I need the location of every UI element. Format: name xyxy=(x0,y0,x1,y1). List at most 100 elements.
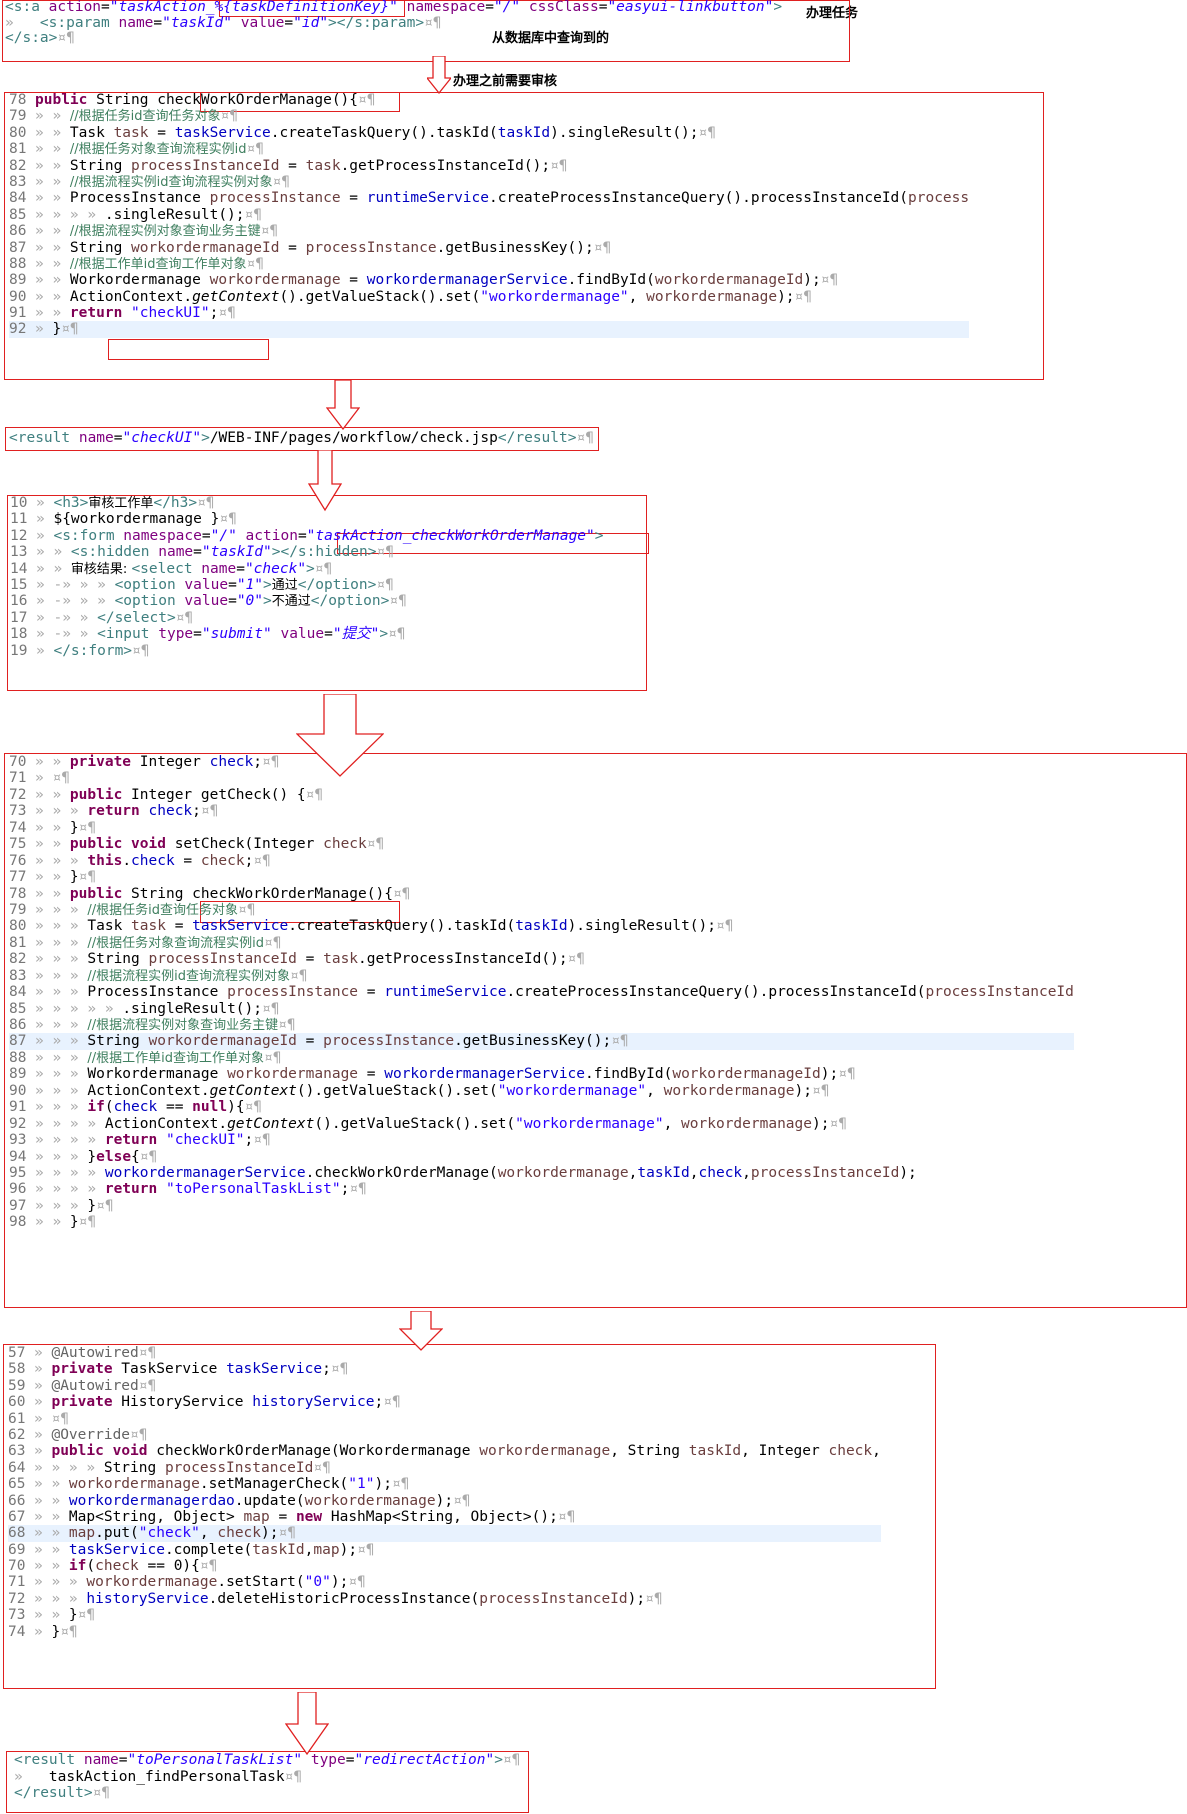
code-token: check xyxy=(209,754,254,770)
code-token: » » xyxy=(36,560,71,577)
code-token: workordermanagerService xyxy=(366,272,568,289)
code-token: ActionContext. xyxy=(104,1115,228,1132)
code-token: , xyxy=(872,1443,881,1460)
code-token: .createProcessInstanceQuery().processIns… xyxy=(506,984,926,1001)
code-line: 89» » Workordermanage workordermanage = … xyxy=(9,272,969,288)
line-number: 89 xyxy=(9,1066,27,1083)
code-token: process xyxy=(908,190,970,207)
code-token: » » xyxy=(35,157,70,174)
code-token: » » » xyxy=(35,1082,88,1099)
code-token: = xyxy=(193,544,202,561)
code-token: > xyxy=(306,560,315,577)
line-number: 74 xyxy=(8,1623,26,1640)
code-token: else xyxy=(96,1148,132,1165)
line-number: 60 xyxy=(8,1394,26,1411)
code-token: "0" xyxy=(304,1574,331,1591)
line-number: 94 xyxy=(9,1148,27,1165)
code-block-3: <result name="checkUI">/WEB-INF/pages/wo… xyxy=(9,429,594,448)
code-token: » » xyxy=(35,754,70,770)
code-token: Integer xyxy=(131,754,210,770)
code-token: ¤¶ xyxy=(392,885,411,902)
code-token: </s:form> xyxy=(53,642,133,659)
code-token: .put( xyxy=(95,1525,139,1542)
code-token: ¤¶ xyxy=(219,511,237,528)
code-token: <s:param xyxy=(39,14,110,31)
code-token: » » » xyxy=(35,951,88,968)
line-number: 84 xyxy=(9,190,27,207)
code-token: null xyxy=(192,1099,228,1116)
code-token: workordermanage xyxy=(86,1574,218,1591)
code-line: 95 » » » » workordermanagerService.checkW… xyxy=(9,1165,1074,1181)
code-line: 58 » private TaskService taskService;¤¶ xyxy=(8,1361,881,1377)
code-token: @Autowired xyxy=(51,1377,139,1394)
code-token: » xyxy=(34,1377,52,1394)
code-token: "taskAction_checkWorkOrderManage" xyxy=(306,527,595,544)
line-number: 81 xyxy=(9,934,27,951)
code-token: //根据流程实例id查询流程实例对象 xyxy=(69,174,273,190)
code-line: 90 » » » ActionContext.getContext().getVa… xyxy=(9,1083,1074,1099)
line-number: 71 xyxy=(8,1574,26,1591)
code-token: check xyxy=(95,1558,139,1575)
code-token: » xyxy=(14,1768,49,1785)
line-number: 62 xyxy=(8,1426,26,1443)
line-number: 58 xyxy=(8,1361,26,1378)
line-number: 66 xyxy=(8,1492,26,1509)
code-token: <option xyxy=(114,576,176,593)
code-token: ¤¶ xyxy=(246,141,265,158)
code-token: ¤¶ xyxy=(388,626,406,643)
code-line: 80 » » Task task = taskService.createTask… xyxy=(9,125,969,141)
code-token: value xyxy=(175,593,229,610)
code-token: ( xyxy=(86,1558,96,1575)
code-token: » » » xyxy=(35,901,88,918)
code-token: ).singleResult(); xyxy=(567,918,716,935)
code-token: processInstance xyxy=(227,984,359,1001)
code-token: type xyxy=(149,626,194,643)
line-number: 80 xyxy=(9,918,27,935)
code-token: ¤¶ xyxy=(78,869,97,886)
code-token: » » » xyxy=(34,1574,87,1591)
code-token: processInstance xyxy=(209,190,341,207)
code-token: > xyxy=(201,430,210,446)
code-token: ); xyxy=(820,1066,839,1083)
line-number: 86 xyxy=(9,223,27,240)
code-line: 68 » » map.put("check", check);¤¶ xyxy=(8,1525,881,1542)
code-token: { xyxy=(349,92,359,108)
code-token: ¤¶ xyxy=(200,803,219,820)
code-token: String xyxy=(103,1459,165,1476)
code-token: > xyxy=(379,626,389,643)
code-line: 18» -» » <input type="submit" value="提交"… xyxy=(10,626,604,642)
code-token: = xyxy=(113,430,123,446)
code-token: ().getValueStack().set( xyxy=(279,288,481,305)
code-token: = xyxy=(296,1033,324,1050)
code-token: ¤¶ xyxy=(290,967,308,984)
code-token: » » » xyxy=(35,1099,88,1116)
code-token: //根据流程实例对象查询业务主键 xyxy=(87,1018,279,1033)
code-token: "taskAction_ xyxy=(109,0,215,15)
code-line: 74 » » }¤¶ xyxy=(9,820,1074,836)
code-line: 96 » » » » return "toPersonalTaskList";¤¶ xyxy=(9,1181,1074,1197)
code-token: .checkWorkOrderManage( xyxy=(305,1164,498,1181)
code-token: taskId xyxy=(688,1443,742,1460)
code-token: workordermanage xyxy=(209,272,341,289)
code-token: workordermanageId xyxy=(672,1066,821,1083)
code-token: ().getValueStack().set( xyxy=(296,1082,498,1099)
code-line: 80 » » » Task task = taskService.createTa… xyxy=(9,918,1074,934)
code-token: check xyxy=(200,852,245,869)
code-line: 69» » taskService.complete(taskId,map);¤… xyxy=(8,1542,881,1558)
line-number: 90 xyxy=(9,1082,27,1099)
code-token: ¤¶ xyxy=(130,1426,148,1443)
code-token: name xyxy=(109,14,154,31)
code-token: > xyxy=(594,527,604,544)
code-token: ¤¶ xyxy=(838,1066,856,1083)
code-token: = xyxy=(358,1066,385,1083)
code-token: ¤¶ xyxy=(78,1214,97,1231)
code-token: = xyxy=(228,576,237,593)
code-token: "easyui-linkbutton" xyxy=(607,0,774,15)
code-token: ( xyxy=(104,1099,114,1116)
code-token: ¤¶ xyxy=(313,1459,331,1476)
code-token: » » » » xyxy=(35,1181,105,1198)
code-token: ¤¶ xyxy=(715,918,734,935)
